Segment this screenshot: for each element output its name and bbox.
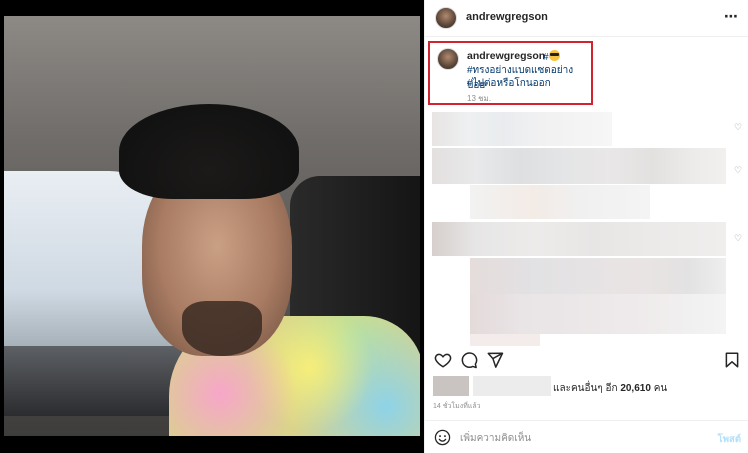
blurred-block [432, 222, 726, 256]
post-photo[interactable] [4, 16, 420, 436]
comment-icon[interactable] [460, 351, 478, 369]
caption-avatar[interactable] [437, 48, 459, 70]
likes-prefix: และคนอื่นๆ อีก [553, 383, 618, 394]
caption-hashtag-emoji: # [543, 50, 560, 63]
share-icon[interactable] [486, 351, 504, 369]
caption-hash[interactable]: # [543, 52, 549, 63]
comment-input[interactable] [460, 430, 690, 446]
likes-count: 20,610 [620, 383, 651, 394]
blurred-block [470, 185, 650, 219]
emoji-icon[interactable] [434, 429, 451, 446]
blurred-block [470, 258, 726, 294]
person-hair [119, 104, 299, 199]
post-timestamp[interactable]: 14 ชั่วโมงที่แล้ว [433, 401, 481, 412]
likes-summary: และคนอื่นๆ อีก 20,610 คน [433, 376, 743, 396]
heart-icon[interactable] [434, 351, 452, 369]
post-username[interactable]: andrewgregson [466, 11, 548, 23]
bookmark-icon[interactable] [723, 351, 741, 369]
likes-count-text[interactable]: และคนอื่นๆ อีก 20,610 คน [553, 381, 667, 396]
action-bar [425, 349, 748, 373]
post-header: andrewgregson ⋯ [425, 0, 748, 37]
comment-like-icon[interactable]: ♡ [734, 122, 742, 133]
caption-hashtag-2[interactable]: #ไปต่อหรือโกนออก [467, 76, 551, 91]
comment-like-icon[interactable]: ♡ [734, 233, 742, 244]
caption-highlight: andrewgregson # #ทรงอย่างแบดแซดอย่างบ่อย… [428, 41, 593, 105]
comment-like-icon[interactable]: ♡ [734, 165, 742, 176]
caption-username[interactable]: andrewgregson [467, 50, 545, 62]
blurred-block [432, 112, 612, 146]
caption-timestamp[interactable]: 13 ชม. [467, 92, 491, 105]
liker-avatar-blurred [433, 376, 469, 396]
likes-suffix: คน [653, 383, 668, 394]
more-options-icon[interactable]: ⋯ [724, 8, 739, 25]
post-photo-panel [0, 0, 424, 453]
post-side-panel: andrewgregson ⋯ andrewgregson # #ทรงอย่า… [424, 0, 748, 453]
avatar[interactable] [435, 7, 457, 29]
person-beard [182, 301, 262, 356]
blurred-block [470, 334, 540, 346]
liker-name-blurred [473, 376, 551, 396]
comment-bar: โพสต์ [425, 420, 748, 453]
sunglasses-emoji-icon [548, 50, 560, 61]
post-comment-button[interactable]: โพสต์ [718, 432, 741, 447]
blurred-block [470, 294, 726, 334]
blurred-block [432, 148, 726, 184]
